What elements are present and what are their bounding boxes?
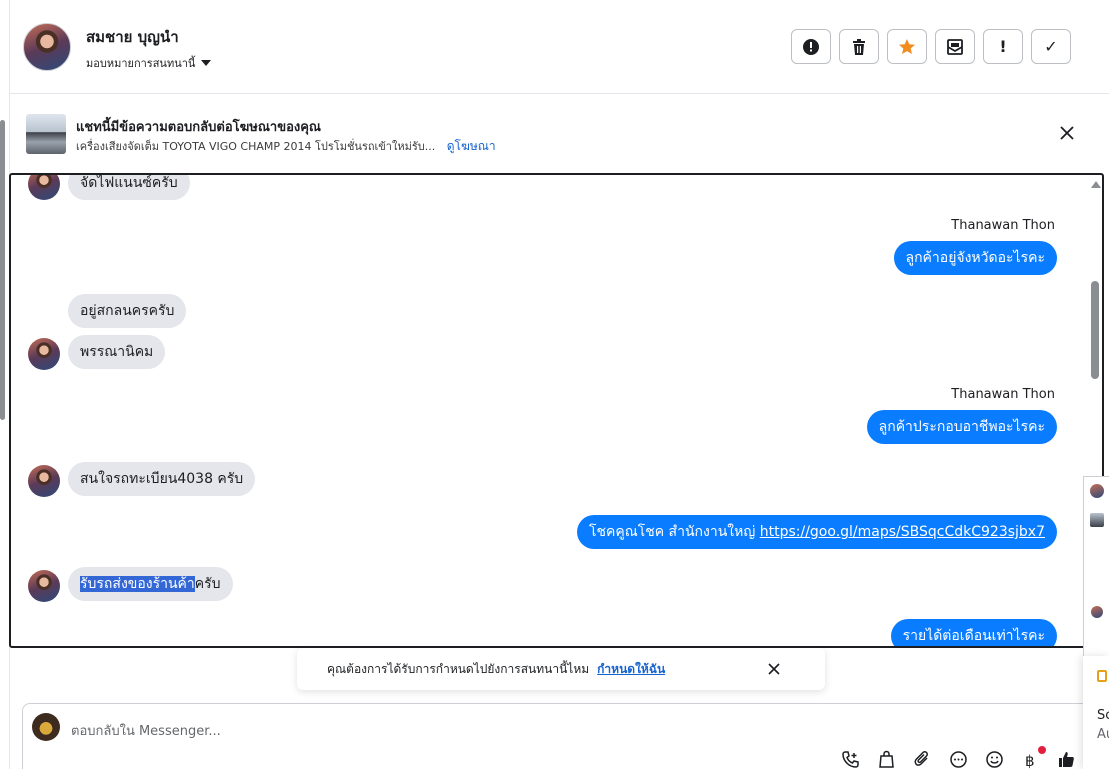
payment-icon[interactable]: ฿ — [1021, 750, 1040, 769]
assign-label: มอบหมายการสนทนานี้ — [86, 57, 196, 70]
incoming-message[interactable]: สนใจรถทะเบียน4038 ครับ — [68, 462, 256, 496]
selected-text: รับรถส่งของร้านค้า — [80, 576, 195, 592]
priority-button[interactable]: ! — [983, 29, 1023, 64]
close-icon[interactable] — [1058, 124, 1076, 142]
close-icon[interactable] — [767, 662, 781, 676]
incoming-message[interactable]: จัดไฟแนนซ์ครับ — [68, 175, 190, 200]
conversation-header: สมชาย บุญนำ มอบหมายการสนทนานี้ ! ✓ — [10, 0, 1109, 94]
reply-input[interactable]: ตอบกลับใน Messenger... — [71, 720, 221, 741]
contact-avatar-small — [28, 465, 60, 497]
left-scrollbar[interactable] — [0, 120, 5, 420]
ad-thumbnail[interactable] — [26, 114, 66, 154]
card-line-2: Au — [1097, 727, 1109, 742]
incoming-message[interactable]: รับรถส่งของร้านค้าครับ — [68, 567, 233, 601]
assign-dropdown[interactable]: มอบหมายการสนทนานี้ — [86, 54, 212, 72]
contact-name[interactable]: สมชาย บุญนำ — [86, 25, 179, 49]
outgoing-message[interactable]: รายได้ต่อเดือนเท่าไรคะ — [890, 619, 1057, 646]
star-button[interactable] — [887, 29, 927, 64]
thread-scrollbar[interactable] — [1091, 281, 1099, 379]
incoming-message[interactable]: อยู่สกลนครครับ — [68, 294, 187, 328]
ad-reply-banner: แชทนี้มีข้อความตอบกลับต่อโฆษณาของคุณ เคร… — [10, 95, 1109, 173]
thumbs-up-icon[interactable] — [1057, 750, 1076, 769]
messenger-inbox: สมชาย บุญนำ มอบหมายการสนทนานี้ ! ✓ แชทนี… — [0, 0, 1109, 769]
emoji-icon[interactable] — [985, 750, 1004, 769]
mark-unread-button[interactable] — [935, 29, 975, 64]
attachment-icon[interactable] — [913, 750, 932, 769]
star-icon — [899, 38, 915, 54]
shopping-bag-icon[interactable] — [877, 750, 896, 769]
contact-avatar-small — [28, 338, 60, 370]
assign-reminder-toast: คุณต้องการได้รับการกำหนดไปยังการสนทนานี้… — [297, 648, 825, 690]
card-line-1: Sc — [1097, 708, 1109, 723]
phone-add-icon[interactable] — [841, 750, 860, 769]
outgoing-message[interactable]: ลูกค้าอยู่จังหวัดอะไรคะ — [893, 241, 1057, 275]
page-avatar — [32, 713, 60, 741]
caret-down-icon — [201, 60, 212, 66]
view-ad-link[interactable]: ดูโฆษณา — [447, 139, 496, 153]
sender-name: Thanawan Thon — [951, 218, 1055, 233]
card-icon — [1097, 670, 1107, 682]
svg-text:฿: ฿ — [1025, 752, 1035, 769]
contact-avatar-small — [28, 570, 60, 602]
trash-icon — [853, 38, 865, 55]
list-ad-thumbnail[interactable] — [1090, 513, 1104, 527]
reply-composer: ตอบกลับใน Messenger... ฿ — [22, 703, 1109, 769]
mark-done-button[interactable]: ✓ — [1031, 29, 1071, 64]
side-list-clipped — [1083, 476, 1109, 536]
alert-circle-icon — [803, 38, 819, 55]
contact-avatar[interactable] — [23, 23, 71, 71]
message-thread[interactable]: จัดไฟแนนซ์ครับ Thanawan Thon ลูกค้าอยู่จ… — [9, 173, 1104, 648]
ad-banner-description: เครื่องเสียงจัดเต็ม TOYOTA VIGO CHAMP 20… — [76, 137, 496, 156]
list-avatar[interactable] — [1091, 606, 1103, 618]
side-panel-clipped — [1083, 536, 1109, 656]
outgoing-message[interactable]: โชคคูณโชค สำนักงานใหญ่ https://goo.gl/ma… — [576, 515, 1057, 549]
sender-name: Thanawan Thon — [951, 387, 1055, 402]
incoming-message[interactable]: พรรณานิคม — [68, 335, 166, 369]
envelope-icon — [947, 38, 963, 55]
saved-replies-icon[interactable] — [949, 750, 968, 769]
side-card-clipped: Sc Au — [1083, 656, 1109, 769]
ad-description-text: เครื่องเสียงจัดเต็ม TOYOTA VIGO CHAMP 20… — [76, 140, 436, 153]
ad-banner-title: แชทนี้มีข้อความตอบกลับต่อโฆษณาของคุณ — [76, 120, 321, 135]
notification-dot — [1038, 746, 1046, 754]
maps-link[interactable]: https://goo.gl/maps/SBSqcCdkC923sjbx7 — [760, 524, 1045, 540]
scroll-up-arrow-icon[interactable] — [1091, 181, 1101, 188]
list-avatar[interactable] — [1090, 484, 1104, 498]
message-text: ครับ — [194, 576, 221, 592]
reminder-text: คุณต้องการได้รับการกำหนดไปยังการสนทนานี้… — [327, 661, 590, 676]
delete-button[interactable] — [839, 29, 879, 64]
assign-to-me-link[interactable]: กำหนดให้ฉัน — [597, 660, 665, 679]
report-spam-button[interactable] — [791, 29, 831, 64]
message-text: โชคคูณโชค สำนักงานใหญ่ — [588, 524, 760, 540]
action-toolbar: ! ✓ — [791, 29, 1071, 64]
contact-avatar-small — [28, 175, 60, 200]
outgoing-message[interactable]: ลูกค้าประกอบอาชีพอะไรคะ — [866, 410, 1057, 444]
